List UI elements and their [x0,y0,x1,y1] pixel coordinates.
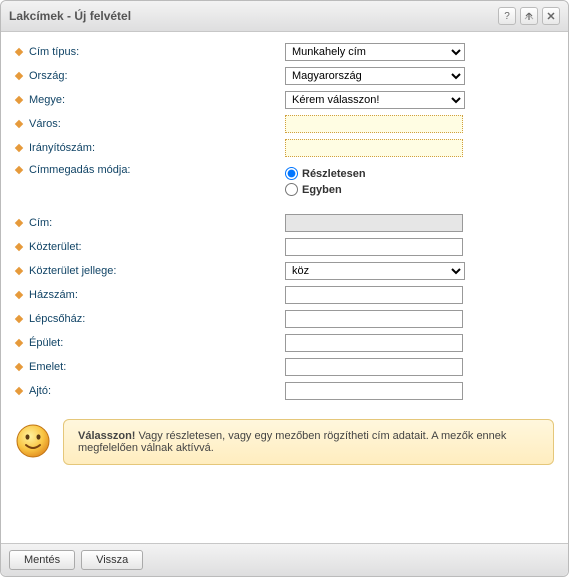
row-hazszam: Házszám: [15,285,554,305]
bullet-icon [15,315,23,323]
help-icon[interactable]: ? [498,7,516,25]
radio-egyben[interactable]: Egyben [285,183,366,196]
label-cim-tipus: Cím típus: [29,46,79,58]
label-lepcsohaz: Lépcsőház: [29,313,85,325]
bullet-icon [15,387,23,395]
label-kozterulet: Közterület: [29,241,82,253]
input-cim [285,214,463,232]
dialog-window: Lakcímek - Új felvétel ? Cím típus: Munk… [0,0,569,577]
radio-egyben-input[interactable] [285,183,298,196]
input-lepcsohaz[interactable] [285,310,463,328]
select-cim-tipus[interactable]: Munkahely cím [285,43,465,61]
label-ajto: Ajtó: [29,385,51,397]
row-epulet: Épület: [15,333,554,353]
bullet-icon [15,48,23,56]
label-emelet: Emelet: [29,361,66,373]
bullet-icon [15,363,23,371]
titlebar: Lakcímek - Új felvétel ? [1,1,568,32]
row-kozterulet-jellege: Közterület jellege: köz [15,261,554,281]
select-kozterulet-jellege[interactable]: köz [285,262,465,280]
row-kozterulet: Közterület: [15,237,554,257]
bullet-icon [15,219,23,227]
row-cim-tipus: Cím típus: Munkahely cím [15,42,554,62]
row-varos: Város: [15,114,554,134]
label-cimmegadas: Címmegadás módja: [29,164,131,176]
label-iranyitoszam: Irányítószám: [29,142,95,154]
row-lepcsohaz: Lépcsőház: [15,309,554,329]
label-kozterulet-jellege: Közterület jellege: [29,265,116,277]
back-button[interactable]: Vissza [81,550,143,570]
bullet-icon [15,243,23,251]
row-cim: Cím: [15,213,554,233]
smiley-icon [15,423,51,459]
bullet-icon [15,144,23,152]
footer: Mentés Vissza [1,543,568,576]
bullet-icon [15,72,23,80]
input-ajto[interactable] [285,382,463,400]
bullet-icon [15,339,23,347]
close-icon[interactable] [542,7,560,25]
hint-bold: Válasszon! [78,430,135,442]
window-title: Lakcímek - Új felvétel [9,9,131,23]
row-ajto: Ajtó: [15,381,554,401]
input-varos[interactable] [285,115,463,133]
save-button[interactable]: Mentés [9,550,75,570]
form-body: Cím típus: Munkahely cím Ország: Magyaro… [1,32,568,543]
hint-bubble: Válasszon! Vagy részletesen, vagy egy me… [63,419,554,465]
row-megye: Megye: Kérem válasszon! [15,90,554,110]
row-emelet: Emelet: [15,357,554,377]
label-cim: Cím: [29,217,52,229]
titlebar-controls: ? [498,7,560,25]
bullet-icon [15,120,23,128]
radio-reszletesen[interactable]: Részletesen [285,167,366,180]
maximize-icon[interactable] [520,7,538,25]
select-megye[interactable]: Kérem válasszon! [285,91,465,109]
radio-reszletesen-input[interactable] [285,167,298,180]
input-epulet[interactable] [285,334,463,352]
label-varos: Város: [29,118,61,130]
row-iranyitoszam: Irányítószám: [15,138,554,158]
input-emelet[interactable] [285,358,463,376]
hint-box: Válasszon! Vagy részletesen, vagy egy me… [15,419,554,465]
input-iranyitoszam[interactable] [285,139,463,157]
row-cimmegadas: Címmegadás módja: Részletesen Egyben [15,162,554,203]
radio-egyben-label: Egyben [302,184,342,196]
radio-reszletesen-label: Részletesen [302,168,366,180]
label-megye: Megye: [29,94,65,106]
bullet-icon [15,96,23,104]
hint-text: Vagy részletesen, vagy egy mezőben rögzí… [78,430,506,454]
input-kozterulet[interactable] [285,238,463,256]
select-orszag[interactable]: Magyarország [285,67,465,85]
label-hazszam: Házszám: [29,289,78,301]
label-orszag: Ország: [29,70,68,82]
bullet-icon [15,166,23,174]
label-epulet: Épület: [29,337,63,349]
row-orszag: Ország: Magyarország [15,66,554,86]
bullet-icon [15,267,23,275]
bullet-icon [15,291,23,299]
input-hazszam[interactable] [285,286,463,304]
